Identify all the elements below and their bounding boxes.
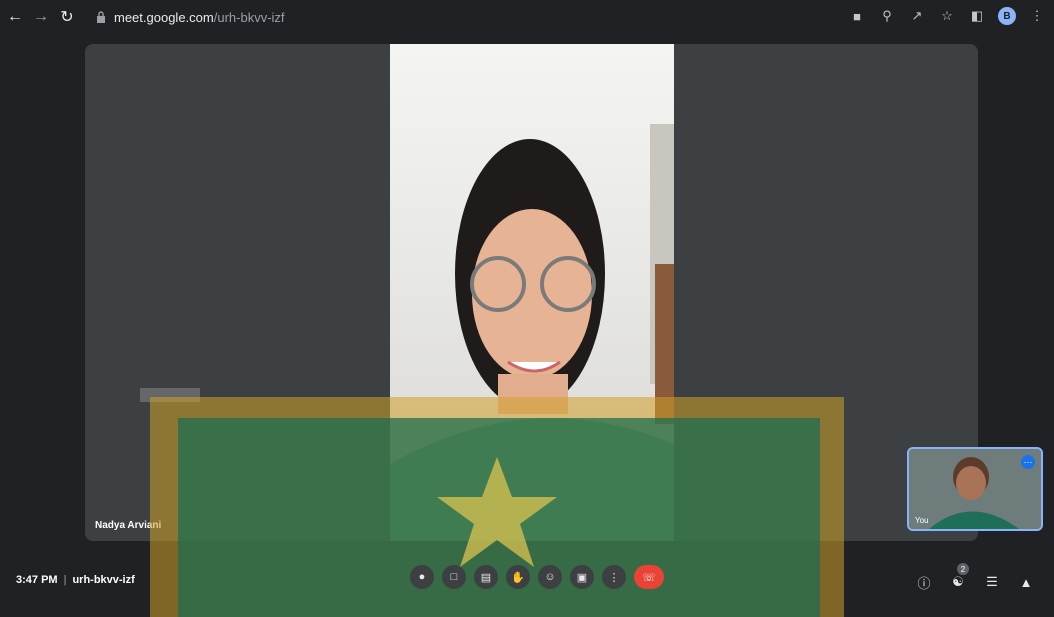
more-vert-icon[interactable]: ⋮: [1028, 7, 1046, 25]
microphone-icon[interactable]: ●: [410, 565, 434, 589]
self-view[interactable]: ⋯ You: [907, 447, 1043, 531]
forward-arrow-icon[interactable]: →: [30, 6, 52, 28]
address-bar[interactable]: meet.google.com /urh-bkvv-izf: [86, 5, 876, 29]
bookmark-star-icon[interactable]: ☆: [938, 7, 956, 25]
meeting-code: urh-bkvv-izf: [72, 574, 135, 586]
self-label: You: [915, 516, 929, 525]
captions-icon[interactable]: ▤: [474, 565, 498, 589]
present-icon[interactable]: ▣: [570, 565, 594, 589]
participant-count-badge: 2: [957, 563, 969, 575]
control-bar: 3:47 PM | urh-bkvv-izf ● □ ▤ ✋ ☺ ▣ ⋮ ☏ ⓘ ☯…: [0, 551, 1054, 617]
camera-toggle-icon[interactable]: □: [442, 565, 466, 589]
self-more-options-icon[interactable]: ⋯: [1021, 455, 1035, 469]
end-call-icon[interactable]: ☏: [634, 565, 664, 589]
side-controls: ⓘ ☯ 2 ☰ ▲ ●: [915, 563, 1054, 591]
lock-icon: [97, 11, 105, 23]
url-host: meet.google.com: [114, 9, 214, 25]
meeting-time: 3:47 PM: [16, 574, 58, 586]
meeting-separator: |: [63, 574, 67, 586]
share-icon[interactable]: ↗: [908, 7, 926, 25]
call-controls: ● □ ▤ ✋ ☺ ▣ ⋮ ☏: [410, 565, 664, 589]
camera-icon[interactable]: ■: [848, 7, 866, 25]
activities-icon[interactable]: ▲: [1017, 573, 1035, 591]
emoji-icon[interactable]: ☺: [538, 565, 562, 589]
back-arrow-icon[interactable]: ←: [4, 6, 26, 28]
meet-stage: Nadya Arviani ⋯ You 3:47 PM | urh-bkvv-izf…: [0, 34, 1054, 617]
reload-icon[interactable]: ↻: [56, 6, 78, 28]
people-icon[interactable]: ☯ 2: [949, 563, 969, 591]
raise-hand-icon[interactable]: ✋: [506, 565, 530, 589]
chat-icon[interactable]: ☰: [983, 573, 1001, 591]
url-path: /urh-bkvv-izf: [213, 9, 285, 25]
side-panel-icon[interactable]: ◧: [968, 7, 986, 25]
zoom-icon[interactable]: ⚲: [878, 7, 896, 25]
more-options-icon[interactable]: ⋮: [602, 565, 626, 589]
meeting-info: 3:47 PM | urh-bkvv-izf: [16, 574, 135, 586]
info-icon[interactable]: ⓘ: [915, 573, 933, 591]
toolbar-actions: ■ ⚲ ↗ ☆ ◧ B ⋮: [848, 7, 1046, 25]
browser-toolbar: ← → ↻ meet.google.com /urh-bkvv-izf ■ ⚲ …: [0, 0, 1054, 34]
profile-avatar[interactable]: B: [998, 7, 1016, 25]
